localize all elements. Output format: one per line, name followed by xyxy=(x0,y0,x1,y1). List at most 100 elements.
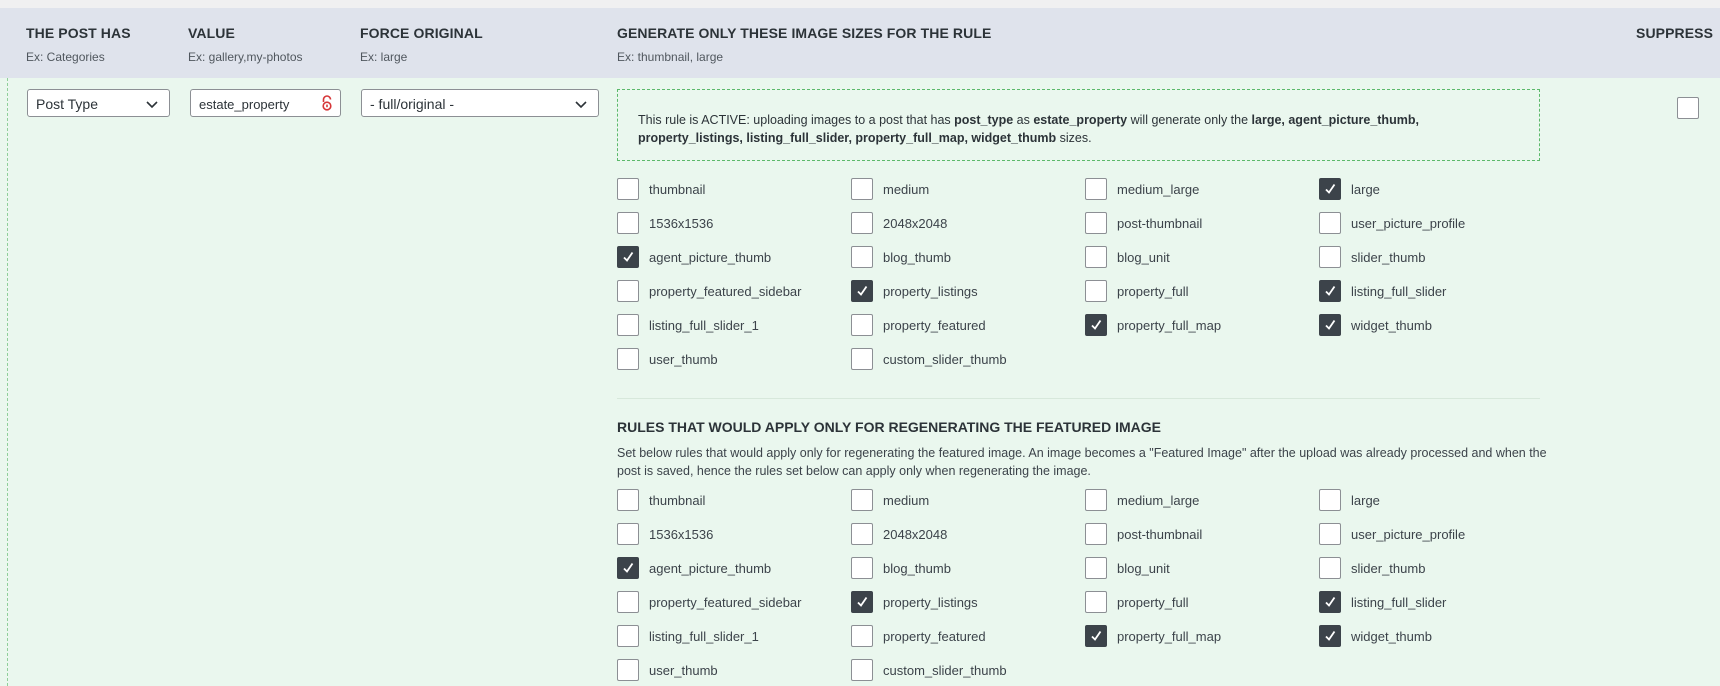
size-label: 1536x1536 xyxy=(649,216,714,231)
size-option[interactable]: slider_thumb xyxy=(1319,246,1539,270)
size-checkbox[interactable] xyxy=(1085,212,1107,234)
size-option[interactable]: 1536x1536 xyxy=(617,523,837,547)
size-option[interactable]: listing_full_slider_1 xyxy=(617,625,837,649)
size-checkbox[interactable] xyxy=(851,591,873,613)
value-input[interactable]: estate_property xyxy=(190,89,341,117)
size-option[interactable]: medium_large xyxy=(1085,178,1305,202)
size-option[interactable]: property_full xyxy=(1085,591,1305,615)
size-option[interactable]: slider_thumb xyxy=(1319,557,1539,581)
size-checkbox[interactable] xyxy=(617,246,639,268)
size-option[interactable]: post-thumbnail xyxy=(1085,523,1305,547)
notice-post-type-value: estate_property xyxy=(1033,113,1128,127)
post-has-select[interactable]: Post Type xyxy=(27,89,170,117)
size-checkbox[interactable] xyxy=(1085,625,1107,647)
size-option[interactable]: agent_picture_thumb xyxy=(617,557,837,581)
size-option[interactable]: custom_slider_thumb xyxy=(851,348,1071,372)
size-checkbox[interactable] xyxy=(851,178,873,200)
size-checkbox[interactable] xyxy=(1085,246,1107,268)
size-checkbox[interactable] xyxy=(617,659,639,681)
size-option[interactable]: property_listings xyxy=(851,280,1071,304)
size-option[interactable]: listing_full_slider xyxy=(1319,591,1539,615)
size-checkbox[interactable] xyxy=(1319,246,1341,268)
size-option[interactable]: property_full xyxy=(1085,280,1305,304)
size-checkbox[interactable] xyxy=(1319,557,1341,579)
size-option[interactable]: widget_thumb xyxy=(1319,625,1539,649)
size-checkbox[interactable] xyxy=(851,348,873,370)
suppress-checkbox[interactable] xyxy=(1677,97,1699,119)
size-option[interactable]: blog_thumb xyxy=(851,246,1071,270)
size-option[interactable]: property_full_map xyxy=(1085,314,1305,338)
size-option[interactable]: medium xyxy=(851,178,1071,202)
size-option[interactable]: agent_picture_thumb xyxy=(617,246,837,270)
size-label: property_full_map xyxy=(1117,318,1222,333)
size-checkbox[interactable] xyxy=(617,314,639,336)
size-option[interactable]: large xyxy=(1319,489,1539,513)
size-checkbox[interactable] xyxy=(851,625,873,647)
size-checkbox[interactable] xyxy=(1319,178,1341,200)
size-checkbox[interactable] xyxy=(617,348,639,370)
size-option[interactable]: user_picture_profile xyxy=(1319,212,1539,236)
size-option[interactable]: property_full_map xyxy=(1085,625,1305,649)
size-checkbox[interactable] xyxy=(1319,489,1341,511)
size-checkbox[interactable] xyxy=(1319,314,1341,336)
size-option[interactable]: user_thumb xyxy=(617,348,837,372)
size-option[interactable]: property_featured_sidebar xyxy=(617,591,837,615)
size-checkbox[interactable] xyxy=(617,489,639,511)
size-checkbox[interactable] xyxy=(851,280,873,302)
size-option[interactable]: post-thumbnail xyxy=(1085,212,1305,236)
lock-icon[interactable] xyxy=(320,95,334,114)
size-checkbox[interactable] xyxy=(1319,280,1341,302)
size-option[interactable]: listing_full_slider xyxy=(1319,280,1539,304)
size-checkbox[interactable] xyxy=(1085,523,1107,545)
size-checkbox[interactable] xyxy=(1319,591,1341,613)
size-checkbox[interactable] xyxy=(1085,178,1107,200)
check-icon xyxy=(1091,630,1102,641)
size-option[interactable]: property_listings xyxy=(851,591,1071,615)
size-checkbox[interactable] xyxy=(617,280,639,302)
size-option[interactable]: blog_unit xyxy=(1085,557,1305,581)
size-checkbox[interactable] xyxy=(617,591,639,613)
force-original-select[interactable]: - full/original - xyxy=(361,89,599,117)
size-checkbox[interactable] xyxy=(617,557,639,579)
size-checkbox[interactable] xyxy=(1319,625,1341,647)
size-option[interactable]: custom_slider_thumb xyxy=(851,659,1071,683)
size-option[interactable]: property_featured xyxy=(851,314,1071,338)
size-checkbox[interactable] xyxy=(1319,212,1341,234)
size-option[interactable]: listing_full_slider_1 xyxy=(617,314,837,338)
size-checkbox[interactable] xyxy=(1085,489,1107,511)
size-checkbox[interactable] xyxy=(1085,280,1107,302)
size-checkbox[interactable] xyxy=(851,246,873,268)
size-option[interactable]: blog_unit xyxy=(1085,246,1305,270)
size-checkbox[interactable] xyxy=(851,659,873,681)
size-checkbox[interactable] xyxy=(1085,314,1107,336)
size-checkbox[interactable] xyxy=(617,212,639,234)
size-checkbox[interactable] xyxy=(617,625,639,647)
size-option[interactable]: widget_thumb xyxy=(1319,314,1539,338)
size-option[interactable]: thumbnail xyxy=(617,489,837,513)
size-option[interactable]: large xyxy=(1319,178,1539,202)
size-checkbox[interactable] xyxy=(1319,523,1341,545)
size-option[interactable]: 2048x2048 xyxy=(851,523,1071,547)
size-option[interactable]: thumbnail xyxy=(617,178,837,202)
size-checkbox[interactable] xyxy=(851,212,873,234)
size-option[interactable]: property_featured xyxy=(851,625,1071,649)
size-option[interactable]: medium_large xyxy=(1085,489,1305,513)
size-label: medium xyxy=(883,182,930,197)
size-checkbox[interactable] xyxy=(617,523,639,545)
size-label: post-thumbnail xyxy=(1117,527,1203,542)
size-option[interactable]: blog_thumb xyxy=(851,557,1071,581)
size-checkbox[interactable] xyxy=(851,523,873,545)
size-option[interactable]: user_thumb xyxy=(617,659,837,683)
size-option[interactable]: user_picture_profile xyxy=(1319,523,1539,547)
row-left-border xyxy=(7,78,8,686)
size-checkbox[interactable] xyxy=(1085,557,1107,579)
size-option[interactable]: 2048x2048 xyxy=(851,212,1071,236)
size-option[interactable]: medium xyxy=(851,489,1071,513)
size-checkbox[interactable] xyxy=(851,557,873,579)
size-checkbox[interactable] xyxy=(617,178,639,200)
size-option[interactable]: property_featured_sidebar xyxy=(617,280,837,304)
size-checkbox[interactable] xyxy=(1085,591,1107,613)
size-option[interactable]: 1536x1536 xyxy=(617,212,837,236)
size-checkbox[interactable] xyxy=(851,314,873,336)
size-checkbox[interactable] xyxy=(851,489,873,511)
